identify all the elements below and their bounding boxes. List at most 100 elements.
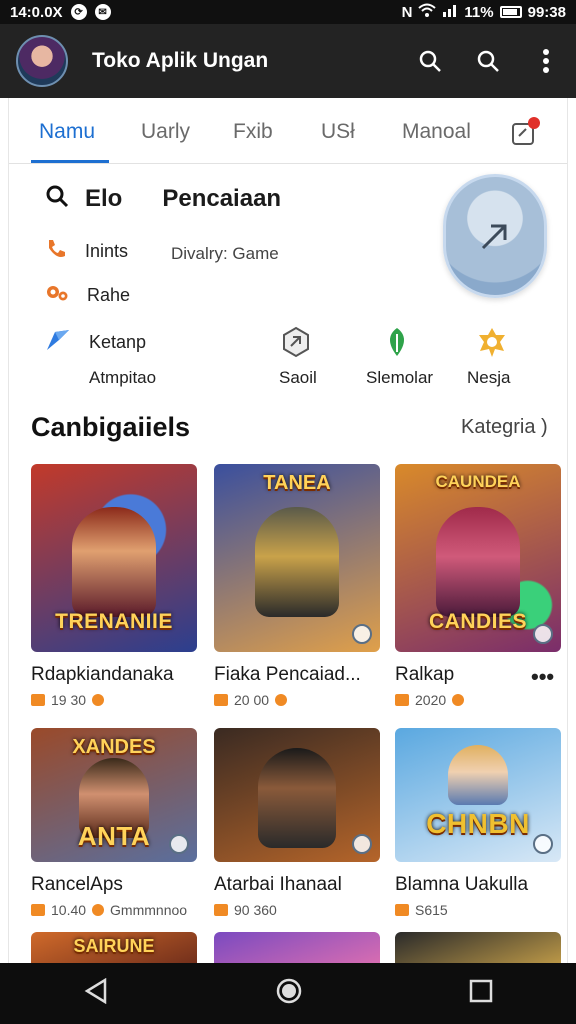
game-thumbnail[interactable] [214,932,380,963]
game-meta: S615 [395,902,561,918]
more-horizontal-icon[interactable]: ••• [531,664,554,690]
sync-icon: ⟳ [70,4,87,20]
game-title: Fiaka Pencaiad... [214,664,361,685]
coin-icon [452,694,465,706]
rating-icon [31,694,45,706]
game-thumbnail[interactable] [395,932,561,963]
install-badge-icon [533,834,553,854]
tab-manoal[interactable]: Manoal [402,120,471,144]
game-meta-value: 2020 [415,692,447,708]
tab-namu[interactable]: Namu [39,120,95,144]
messenger-icon: ✉ [94,4,111,20]
game-card[interactable]: CHNBN Blamna Uakulla S615 [395,728,561,918]
game-title: RancelAps [31,874,123,895]
rating-icon [395,904,409,916]
game-thumbnail[interactable]: TRENANIIE [31,464,197,652]
install-badge-icon [352,624,372,644]
game-meta-extra: Gmmmnnoo [110,902,188,918]
search-icon[interactable] [474,47,502,75]
coin-icon [92,694,105,706]
wifi-icon [418,3,437,21]
category-slemolar[interactable] [347,326,447,358]
category-saoil[interactable] [246,326,346,358]
game-meta: 19 30 [31,692,197,708]
recents-icon[interactable] [469,979,493,1008]
category-label: Nesja [467,368,511,387]
install-badge-icon [352,834,372,854]
status-bar: 14:0.0X ⟳ ✉ N 11% 99:38 [0,0,576,24]
category-nesja[interactable] [442,326,542,360]
game-meta: 2020 [395,692,561,708]
game-thumbnail[interactable]: SAIRUNE [31,932,197,963]
section-title: Canbigaiiels [31,412,191,442]
signal-icon [442,3,458,21]
search-icon [45,184,69,213]
game-meta-value: 10.40 [51,902,87,918]
notification-icon[interactable] [509,116,541,148]
gears-icon [45,282,69,309]
game-top-banner: TANEA [263,472,331,494]
game-banner: CHNBN [426,808,530,839]
game-thumbnail[interactable]: CAUNDEA CANDIES [395,464,561,652]
coin-icon [92,904,105,916]
tab-fxib[interactable]: Fxib [233,120,273,144]
game-meta-value: 20 00 [234,692,270,708]
game-thumbnail[interactable] [214,728,380,862]
battery-percent: 11% [464,3,494,21]
rating-icon [31,904,45,916]
back-icon[interactable] [83,977,109,1009]
search-row[interactable]: Elo Pencaiaan [45,184,281,213]
tab-usl[interactable]: USł [321,120,355,144]
tab-uarly[interactable]: Uarly [141,120,190,144]
status-clock: 99:38 [527,3,566,21]
battery-icon [499,6,522,18]
option-ketanp[interactable]: Ketanp [45,328,146,357]
game-thumbnail[interactable]: TANEA [214,464,380,652]
game-card[interactable]: Atarbai Ihanaal 90 360 [214,728,380,918]
rating-icon [214,904,228,916]
game-meta: 90 360 [214,902,380,918]
option-rahe[interactable]: Rahe [45,282,130,309]
leaf-icon [390,328,404,356]
arrow-icon [45,328,71,357]
floating-share-button[interactable] [443,174,547,298]
game-banner: CANDIES [428,610,527,633]
tab-indicator [31,160,109,163]
game-card[interactable] [395,932,561,963]
game-card[interactable] [214,932,380,963]
coin-icon [275,694,288,706]
game-top-banner: SAIRUNE [73,936,155,956]
home-icon[interactable] [275,977,303,1010]
option-label: Ketanp [89,332,147,352]
game-title: Atarbai Ihanaal [214,874,342,895]
game-card[interactable]: XANDES ANTA RancelAps 10.40 Gmmmnnoo [31,728,197,918]
share-icon [481,224,507,250]
game-card[interactable]: TRENANIIE Rdapkiandanaka 19 30 [31,464,197,708]
category-label: Slemolar [366,368,434,387]
nfc-icon: N [401,3,413,21]
search-icon[interactable] [416,47,444,75]
option-subtitle: Divalry: Game [171,244,279,263]
game-meta: 20 00 [214,692,380,708]
category-link[interactable]: Kategria ) [461,416,548,439]
option-caption: Atmpitao [89,368,157,387]
game-thumbnail[interactable]: CHNBN [395,728,561,862]
game-thumbnail[interactable]: XANDES ANTA [31,728,197,862]
option-inints[interactable]: Inints [45,238,128,265]
install-badge-icon [533,624,553,644]
avatar[interactable] [16,35,68,87]
more-vertical-icon[interactable] [532,47,560,75]
rating-icon [214,694,228,706]
game-card[interactable]: SAIRUNE [31,932,197,963]
game-top-banner: XANDES [72,736,156,758]
game-banner: ANTA [77,821,151,851]
game-meta-value: S615 [415,902,448,918]
game-meta-value: 90 360 [234,902,277,918]
category-label: Saoil [279,368,317,387]
game-card[interactable]: TANEA Fiaka Pencaiad... 20 00 [214,464,380,708]
search-label: Elo [85,184,123,212]
rating-icon [395,694,409,706]
install-badge-icon [169,834,189,854]
search-title: Pencaiaan [162,184,282,212]
option-label: Rahe [87,285,131,305]
